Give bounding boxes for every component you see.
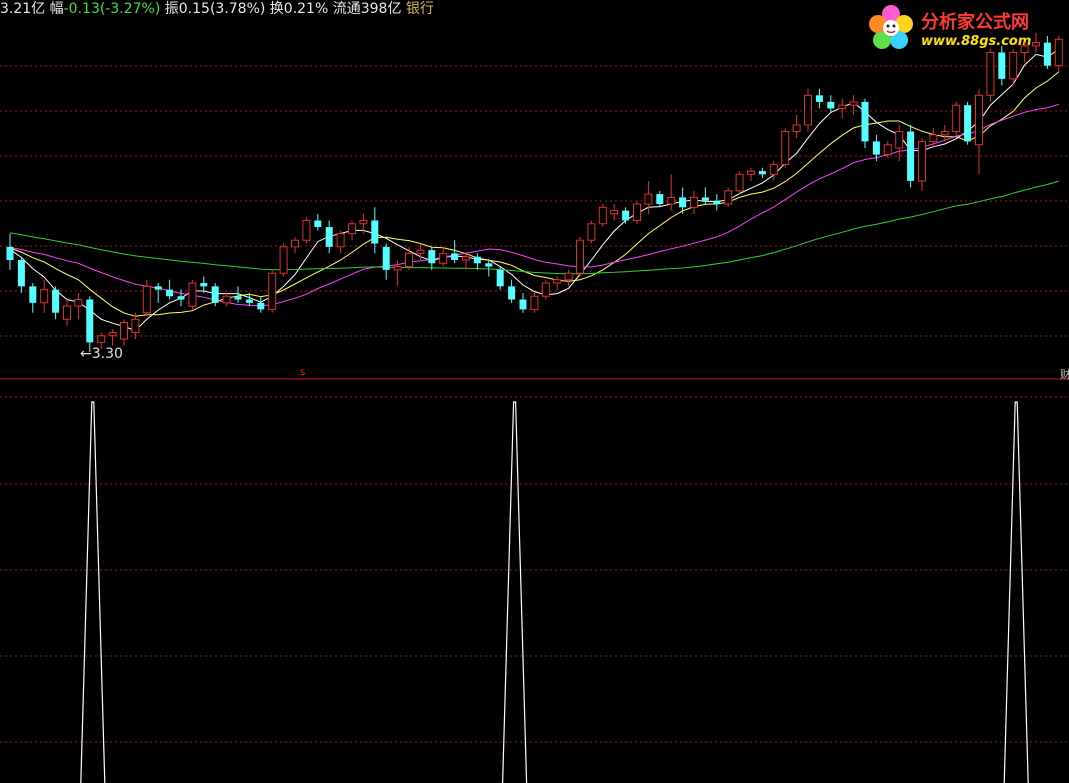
low-price-marker: ←3.30 — [80, 346, 123, 362]
candle[interactable] — [405, 246, 413, 270]
candle[interactable] — [769, 161, 778, 181]
candle[interactable] — [815, 88, 823, 109]
candle[interactable] — [439, 246, 448, 267]
candle[interactable] — [325, 220, 333, 254]
finance-mark[interactable]: 财 — [1060, 366, 1069, 382]
candle[interactable] — [382, 243, 390, 280]
candle[interactable] — [188, 279, 197, 310]
candle[interactable] — [713, 194, 721, 211]
candle[interactable] — [667, 174, 676, 211]
candle[interactable] — [336, 230, 345, 254]
candle[interactable] — [166, 279, 174, 300]
candle[interactable] — [348, 220, 356, 241]
chart-canvas — [0, 32, 1069, 783]
candle[interactable] — [622, 207, 630, 224]
indicator-gridlines — [0, 396, 1069, 743]
candle[interactable] — [964, 101, 972, 145]
candle[interactable] — [302, 217, 311, 244]
candle[interactable] — [690, 190, 698, 214]
candle[interactable] — [838, 98, 847, 119]
candle[interactable] — [485, 260, 493, 277]
candle[interactable] — [952, 101, 961, 135]
candle[interactable] — [257, 296, 265, 313]
candle[interactable] — [131, 312, 140, 340]
candle[interactable] — [17, 256, 25, 293]
candle[interactable] — [6, 233, 14, 270]
ma10-line — [9, 71, 1060, 317]
candle[interactable] — [1043, 36, 1051, 69]
candle[interactable] — [177, 289, 185, 307]
signal-peak-0 — [80, 401, 106, 783]
signal-mark: s — [300, 367, 306, 378]
candle[interactable] — [907, 124, 915, 188]
candle[interactable] — [1020, 42, 1029, 63]
candle[interactable] — [587, 220, 596, 244]
candle[interactable] — [268, 269, 277, 313]
candle[interactable] — [998, 45, 1006, 86]
indicator-signal-line — [80, 401, 1029, 783]
candle[interactable] — [200, 276, 208, 293]
candle[interactable] — [849, 95, 858, 116]
candle[interactable] — [735, 171, 744, 195]
candle[interactable] — [211, 283, 219, 307]
arrow-left-icon: ← — [80, 346, 92, 362]
candle[interactable] — [462, 253, 470, 270]
candle[interactable] — [861, 98, 869, 148]
candle[interactable] — [541, 279, 550, 300]
candle[interactable] — [1054, 36, 1063, 73]
candle[interactable] — [508, 279, 516, 303]
candle[interactable] — [74, 292, 83, 320]
candle[interactable] — [291, 236, 299, 254]
candle[interactable] — [154, 283, 162, 303]
candle[interactable] — [451, 240, 459, 264]
candle[interactable] — [564, 269, 573, 287]
candle[interactable] — [279, 243, 288, 277]
candle[interactable] — [975, 88, 983, 175]
candle[interactable] — [656, 190, 664, 208]
candle[interactable] — [827, 95, 835, 112]
candle[interactable] — [371, 207, 379, 254]
signal-peak-2 — [1003, 401, 1029, 783]
candle[interactable] — [120, 319, 128, 346]
candle[interactable] — [986, 49, 995, 102]
candle[interactable] — [29, 283, 37, 313]
candle[interactable] — [918, 138, 926, 191]
low-price-value: 3.30 — [91, 346, 123, 362]
candle[interactable] — [519, 292, 527, 313]
candle[interactable] — [530, 292, 539, 313]
signal-peak-1 — [502, 401, 528, 783]
candle[interactable] — [108, 329, 117, 346]
candle[interactable] — [222, 292, 231, 307]
candle[interactable] — [598, 204, 607, 228]
candle[interactable] — [804, 88, 812, 132]
candle[interactable] — [40, 279, 49, 313]
candle[interactable] — [758, 167, 766, 178]
candle[interactable] — [792, 115, 801, 139]
candle[interactable] — [86, 296, 94, 353]
candle[interactable] — [473, 253, 481, 270]
candle[interactable] — [747, 167, 755, 181]
candle[interactable] — [314, 213, 322, 231]
candle[interactable] — [142, 279, 151, 316]
candle[interactable] — [633, 200, 641, 224]
candle[interactable] — [724, 187, 733, 208]
candle[interactable] — [610, 204, 619, 221]
candlestick-series — [6, 32, 1063, 353]
candle[interactable] — [428, 246, 436, 270]
candle[interactable] — [781, 128, 790, 168]
candle[interactable] — [553, 276, 562, 290]
candle[interactable] — [52, 286, 60, 320]
candle[interactable] — [576, 236, 584, 277]
candle[interactable] — [496, 266, 504, 290]
candle[interactable] — [63, 299, 71, 326]
moving-average-lines — [9, 48, 1060, 332]
candle[interactable] — [1032, 32, 1040, 53]
ma5-line — [9, 48, 1060, 332]
